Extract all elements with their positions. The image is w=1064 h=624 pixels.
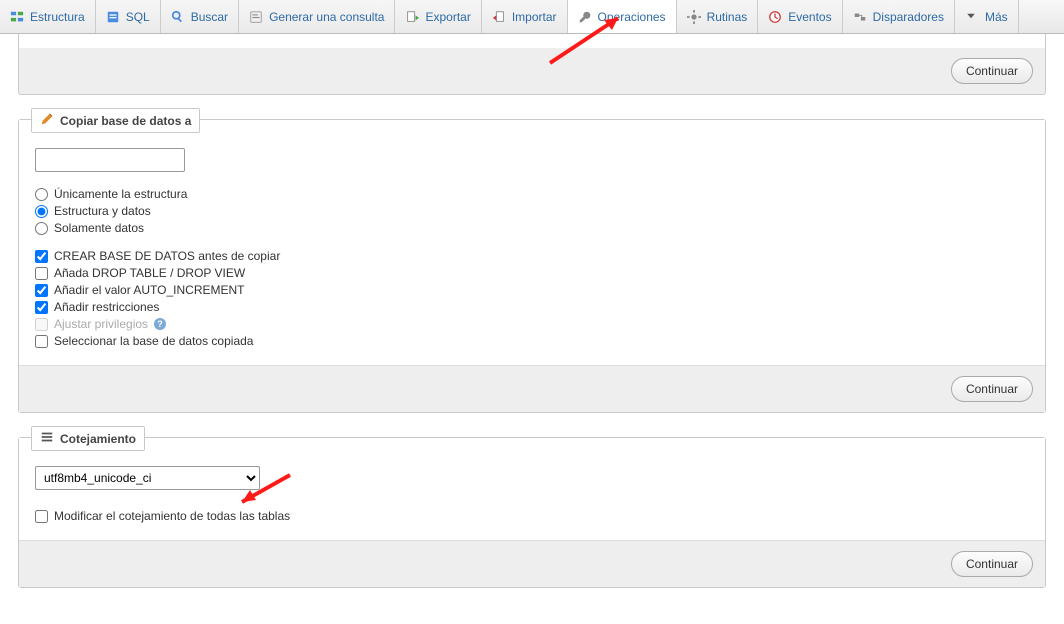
search-icon	[171, 10, 185, 24]
tab-mas[interactable]: Más	[955, 0, 1019, 33]
chk-autoinc[interactable]: Añadir el valor AUTO_INCREMENT	[35, 283, 1029, 297]
query-icon	[249, 10, 263, 24]
tab-generar[interactable]: Generar una consulta	[239, 0, 395, 33]
tab-label: Más	[985, 10, 1008, 24]
legend-text: Cotejamiento	[60, 432, 136, 446]
tab-label: Importar	[512, 10, 557, 24]
tab-sql[interactable]: SQL	[96, 0, 161, 33]
tab-eventos[interactable]: Eventos	[758, 0, 842, 33]
chk-drop[interactable]: Añada DROP TABLE / DROP VIEW	[35, 266, 1029, 280]
tab-rutinas[interactable]: Rutinas	[677, 0, 759, 33]
chk-change-all-tables[interactable]: Modificar el cotejamiento de todas las t…	[35, 509, 1029, 523]
import-icon	[492, 10, 506, 24]
collation-legend: Cotejamiento	[31, 426, 145, 451]
clock-icon	[768, 10, 782, 24]
collation-panel: Cotejamiento utf8mb4_unicode_ci Modifica…	[18, 437, 1046, 588]
chk-constraints[interactable]: Añadir restricciones	[35, 300, 1029, 314]
tab-disparadores[interactable]: Disparadores	[843, 0, 955, 33]
radio-structure-data[interactable]: Estructura y datos	[35, 204, 1029, 218]
sql-icon	[106, 10, 120, 24]
continue-button[interactable]: Continuar	[951, 551, 1033, 577]
continue-button[interactable]: Continuar	[951, 376, 1033, 402]
copy-target-input[interactable]	[35, 148, 185, 172]
gear-icon	[687, 10, 701, 24]
chk-adjust-privileges: Ajustar privilegios ?	[35, 317, 1029, 331]
tab-label: Generar una consulta	[269, 10, 384, 24]
list-icon	[40, 430, 54, 447]
chk-select-copied[interactable]: Seleccionar la base de datos copiada	[35, 334, 1029, 348]
copy-db-legend: Copiar base de datos a	[31, 108, 200, 133]
continue-button[interactable]: Continuar	[951, 58, 1033, 84]
tab-operaciones[interactable]: Operaciones	[568, 0, 677, 33]
tab-label: Disparadores	[873, 10, 944, 24]
tab-buscar[interactable]: Buscar	[161, 0, 239, 33]
tab-label: Estructura	[30, 10, 85, 24]
legend-text: Copiar base de datos a	[60, 114, 191, 128]
tab-exportar[interactable]: Exportar	[395, 0, 481, 33]
chk-create-db[interactable]: CREAR BASE DE DATOS antes de copiar	[35, 249, 1029, 263]
tab-label: Eventos	[788, 10, 831, 24]
prev-panel-footer: Continuar	[18, 48, 1046, 95]
collation-select[interactable]: utf8mb4_unicode_ci	[35, 466, 260, 490]
copy-db-panel: Copiar base de datos a Únicamente la est…	[18, 119, 1046, 413]
tab-label: Exportar	[425, 10, 470, 24]
wrench-icon	[578, 10, 592, 24]
tab-importar[interactable]: Importar	[482, 0, 568, 33]
radio-data-only[interactable]: Solamente datos	[35, 221, 1029, 235]
top-tabs: Estructura SQL Buscar Generar una consul…	[0, 0, 1064, 34]
export-icon	[405, 10, 419, 24]
help-icon[interactable]: ?	[154, 318, 166, 330]
radio-structure-only[interactable]: Únicamente la estructura	[35, 187, 1029, 201]
pencil-icon	[40, 112, 54, 129]
trigger-icon	[853, 10, 867, 24]
chevron-down-icon	[965, 10, 979, 24]
tab-label: SQL	[126, 10, 150, 24]
structure-icon	[10, 10, 24, 24]
tab-label: Buscar	[191, 10, 228, 24]
tab-label: Rutinas	[707, 10, 748, 24]
tab-estructura[interactable]: Estructura	[0, 0, 96, 33]
tab-label: Operaciones	[598, 10, 666, 24]
